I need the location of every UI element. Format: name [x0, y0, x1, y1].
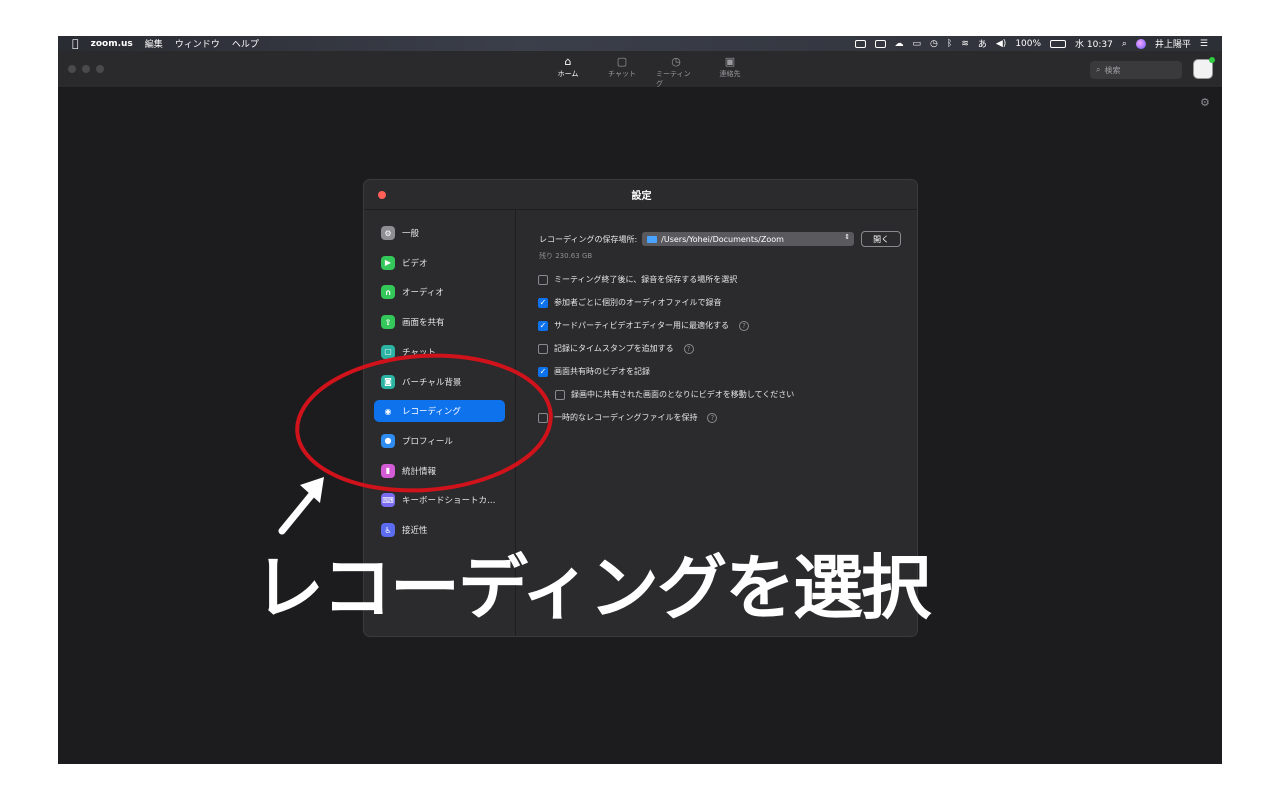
menu-edit[interactable]: 編集 — [145, 37, 163, 50]
dialog-header: 設定 — [364, 180, 917, 210]
time-machine-icon[interactable]: ◷ — [930, 39, 938, 49]
tab-chat-label: チャット — [608, 70, 636, 78]
sidebar-item-label: オーディオ — [402, 288, 444, 299]
siri-icon[interactable] — [1135, 38, 1146, 49]
video-icon: ▶ — [381, 255, 395, 270]
recording-option-checkbox[interactable]: ✓ — [538, 297, 548, 308]
battery-percent: 100% — [1015, 38, 1042, 49]
highlight-ellipse — [295, 353, 553, 493]
window-controls — [68, 65, 104, 73]
recording-option-label: 記録にタイムスタンプを追加する — [554, 344, 674, 353]
recording-option-label: 録画中に共有された画面のとなりにビデオを移動してください — [571, 390, 795, 399]
search-placeholder: 検索 — [1104, 65, 1121, 75]
menu-app-name[interactable]: zoom.us — [91, 39, 133, 49]
search-input[interactable]: ⌕ 検索 — [1090, 61, 1182, 79]
tab-chat[interactable]: ▢ チャット — [602, 55, 642, 89]
recording-option-label: 一時的なレコーディングファイルを保持 — [554, 413, 698, 422]
menu-user[interactable]: 井上陽平 — [1155, 37, 1191, 50]
menu-window[interactable]: ウィンドウ — [175, 37, 220, 50]
sidebar-item-gear[interactable]: ⚙ 一般 — [374, 222, 505, 244]
recording-option: ✓ サードパーティビデオエディター用に最適化する? — [538, 320, 749, 331]
spotlight-icon[interactable]: ⌕ — [1122, 39, 1127, 49]
input-method-icon[interactable]: あ — [978, 37, 987, 50]
help-icon[interactable]: ? — [707, 412, 718, 423]
tab-contacts-label: 連絡先 — [719, 70, 741, 78]
close-window-icon[interactable] — [68, 65, 76, 73]
clock-icon: ◷ — [671, 55, 681, 68]
sidebar-item-label: 接近性 — [402, 526, 428, 536]
chat-icon: ▢ — [616, 55, 628, 68]
zoom-title-bar: ⌂ ホーム ▢ チャット ◷ ミーティング ▣ 連絡先 ⌕ 検索 — [58, 51, 1222, 88]
online-status-icon — [1209, 57, 1215, 63]
gear-icon: ⚙ — [381, 226, 395, 240]
recording-option: 録画中に共有された画面のとなりにビデオを移動してください — [555, 389, 794, 400]
help-icon[interactable]: ? — [683, 343, 694, 354]
sidebar-item-share-screen[interactable]: ⇧ 画面を共有 — [374, 311, 505, 333]
cloud-icon[interactable]: ☁ — [895, 39, 904, 49]
screen-mirror-icon[interactable] — [874, 39, 886, 48]
dialog-title: 設定 — [631, 191, 652, 202]
search-icon: ⌕ — [1096, 65, 1101, 74]
folder-icon — [647, 235, 658, 243]
contacts-icon: ▣ — [724, 55, 736, 68]
recording-option: 一時的なレコーディングファイルを保持? — [538, 412, 718, 423]
airplay-icon[interactable]: ▭ — [913, 39, 922, 49]
save-location-value: /Users/Yohei/Documents/Zoom — [661, 234, 784, 244]
recording-option: 記録にタイムスタンプを追加する? — [538, 343, 694, 354]
menu-clock[interactable]: 水 10:37 — [1075, 37, 1113, 50]
pointer-arrow-icon — [278, 477, 324, 535]
tab-contacts[interactable]: ▣ 連絡先 — [710, 55, 750, 89]
main-tabs: ⌂ ホーム ▢ チャット ◷ ミーティング ▣ 連絡先 — [548, 55, 750, 89]
save-location-row: レコーディングの保存場所: /Users/Yohei/Documents/Zoo… — [539, 231, 902, 247]
sidebar-item-label: キーボードショートカ… — [402, 496, 496, 507]
menu-bar:  zoom.us 編集 ウィンドウ ヘルプ ☁ ▭ ◷ ᛒ ≋ あ ◀) 10… — [58, 36, 1222, 51]
battery-icon[interactable] — [1050, 39, 1067, 48]
chevron-updown-icon: ⇕ — [844, 233, 851, 241]
tab-home[interactable]: ⌂ ホーム — [548, 55, 588, 89]
sidebar-item-accessibility[interactable]: ♿ 接近性 — [374, 519, 505, 541]
wifi-icon[interactable]: ≋ — [961, 39, 969, 49]
tab-home-label: ホーム — [557, 70, 579, 78]
control-center-icon[interactable]: ☰ — [1200, 39, 1208, 49]
minimize-window-icon[interactable] — [82, 65, 90, 73]
recording-option: ✓ 参加者ごとに個別のオーディオファイルで録音 — [538, 297, 721, 308]
recording-option-label: サードパーティビデオエディター用に最適化する — [554, 321, 729, 330]
share-screen-icon: ⇧ — [381, 315, 395, 330]
tab-meetings[interactable]: ◷ ミーティング — [656, 55, 696, 89]
recording-option-label: 画面共有時のビデオを記録 — [554, 367, 650, 376]
sidebar-item-headphones[interactable]: ∩ オーディオ — [374, 281, 505, 303]
recording-option: ミーティング終了後に、録音を保存する場所を選択 — [538, 274, 737, 285]
headphones-icon: ∩ — [381, 285, 395, 300]
sidebar-item-video[interactable]: ▶ ビデオ — [374, 252, 505, 274]
settings-gear-icon[interactable]: ⚙ — [1200, 96, 1210, 109]
sidebar-item-label: 画面を共有 — [402, 318, 445, 329]
save-location-label: レコーディングの保存場所: — [539, 234, 638, 244]
remaining-space: 残り 230.63 GB — [539, 252, 593, 260]
desktop-screen:  zoom.us 編集 ウィンドウ ヘルプ ☁ ▭ ◷ ᛒ ≋ あ ◀) 10… — [58, 36, 1222, 764]
recording-option-label: ミーティング終了後に、録音を保存する場所を選択 — [554, 275, 738, 284]
help-icon[interactable]: ? — [738, 320, 749, 331]
recording-option-checkbox[interactable] — [555, 389, 565, 400]
apple-icon[interactable]:  — [72, 37, 79, 50]
bluetooth-icon[interactable]: ᛒ — [947, 39, 952, 49]
profile-avatar[interactable] — [1193, 57, 1215, 79]
sidebar-item-label: 一般 — [402, 229, 420, 239]
menu-help[interactable]: ヘルプ — [232, 37, 259, 50]
save-location-select[interactable]: /Users/Yohei/Documents/Zoom ⇕ — [642, 232, 855, 246]
recording-option-label: 参加者ごとに個別のオーディオファイルで録音 — [554, 298, 722, 307]
home-icon: ⌂ — [564, 55, 572, 68]
zoom-status-icon[interactable] — [854, 39, 866, 48]
accessibility-icon: ♿ — [381, 523, 395, 537]
annotation-caption: レコーディングを選択 — [254, 547, 931, 629]
tab-meetings-label: ミーティング — [656, 70, 691, 88]
open-folder-button[interactable]: 開く — [861, 231, 902, 247]
recording-option-checkbox[interactable] — [538, 274, 548, 285]
close-dialog-icon[interactable] — [378, 191, 386, 199]
sidebar-item-label: ビデオ — [402, 258, 428, 269]
volume-icon[interactable]: ◀) — [996, 39, 1006, 49]
maximize-window-icon[interactable] — [96, 65, 104, 73]
recording-option-checkbox[interactable]: ✓ — [538, 320, 548, 331]
